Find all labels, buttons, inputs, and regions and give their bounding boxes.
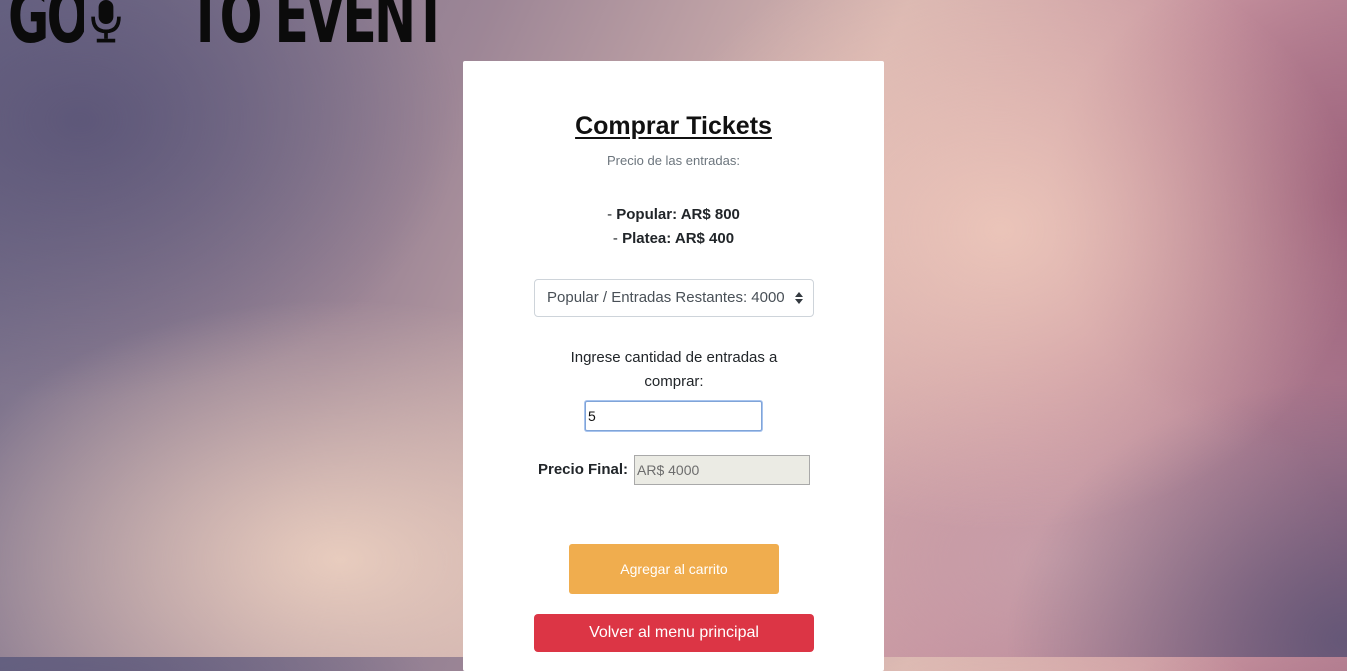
price-popular-label: Popular: AR$ 800 [616, 206, 740, 223]
price-platea: - Platea: AR$ 400 [463, 230, 884, 247]
site-logo-secondary[interactable]: TO EVENT [188, 0, 566, 52]
price-prefix: - [612, 230, 623, 247]
price-prefix: - [607, 206, 617, 223]
final-price-field [634, 455, 810, 485]
quantity-input[interactable] [585, 401, 762, 431]
add-to-cart-button[interactable]: Agregar al carrito [569, 544, 779, 594]
logo-text-to-event: TO EVENT [188, 0, 448, 52]
microphone-icon [91, 0, 121, 43]
page-title: Comprar Tickets [575, 112, 772, 140]
ticket-type-selected: Popular / Entradas Restantes: 4000 [547, 289, 785, 306]
site-logo[interactable]: GO [8, 0, 84, 52]
back-to-menu-button[interactable]: Volver al menu principal [534, 614, 814, 652]
price-popular: - Popular: AR$ 800 [463, 206, 884, 223]
price-platea-label: Platea: AR$ 400 [622, 230, 735, 247]
logo-text-go: GO [8, 0, 84, 52]
final-price-label: Precio Final: [538, 461, 629, 478]
price-subtitle: Precio de las entradas: [607, 153, 740, 168]
sort-arrows-icon [795, 292, 803, 304]
quantity-label: Ingrese cantidad de entradas a comprar: [570, 349, 778, 390]
ticket-type-select[interactable]: Popular / Entradas Restantes: 4000 [534, 279, 814, 317]
